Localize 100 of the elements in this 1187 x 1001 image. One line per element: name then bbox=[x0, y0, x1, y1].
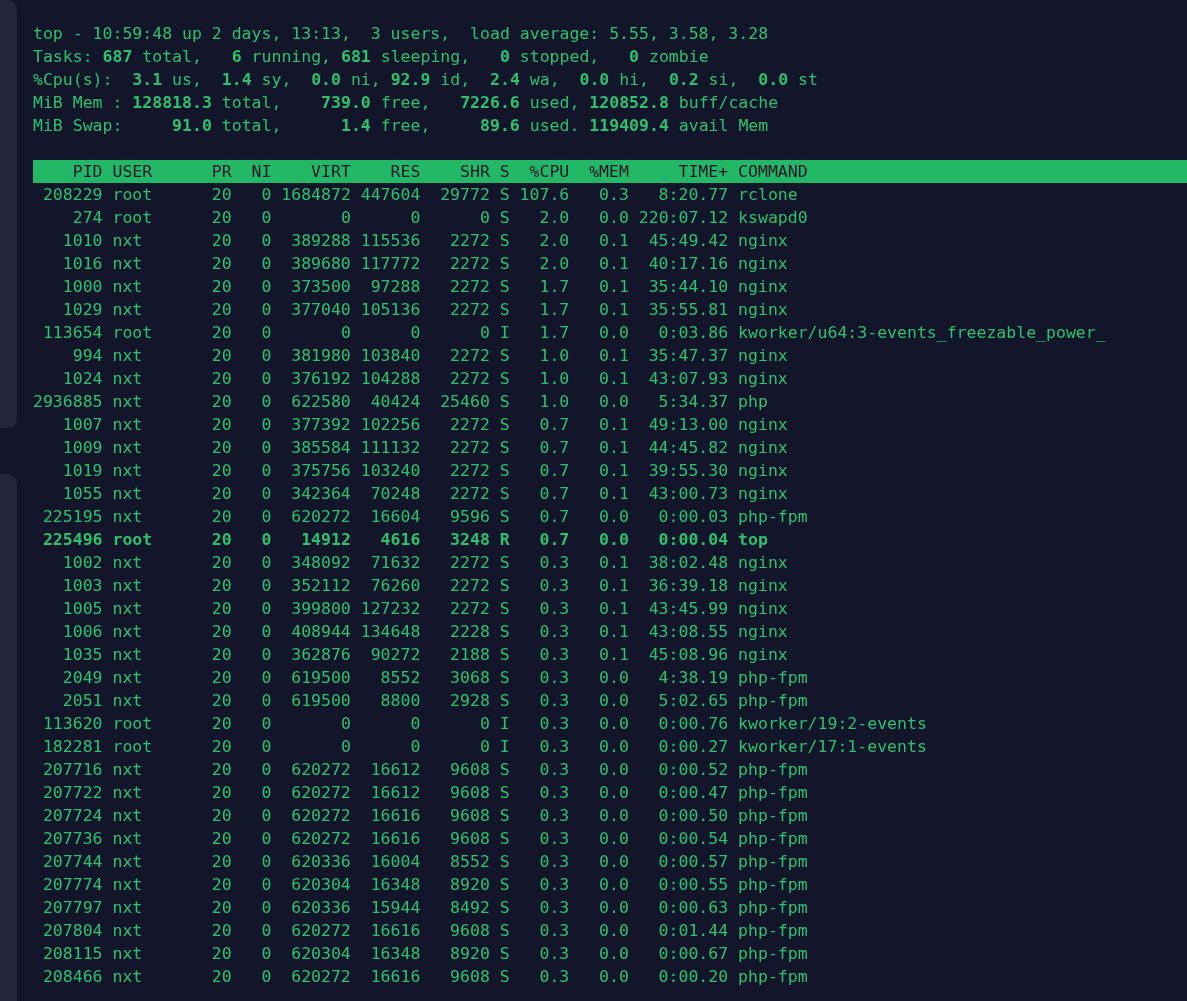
table-cell-text: nginx bbox=[738, 552, 789, 574]
table-cell-text: php-fpm bbox=[738, 667, 809, 689]
table-cell-text: S bbox=[499, 598, 510, 620]
table-cell-text: 2228 bbox=[449, 621, 490, 643]
table-cell-text: 103840 bbox=[360, 345, 421, 367]
table-cell-text: S bbox=[499, 828, 510, 850]
table-cell-text: 0 bbox=[409, 207, 421, 229]
table-cell-text: S bbox=[499, 644, 510, 666]
table-cell-text: 20 bbox=[210, 483, 232, 505]
table-cell-text: 0 bbox=[478, 207, 490, 229]
table-cell-text: php-fpm bbox=[738, 874, 809, 896]
table-cell-text: 0.0 bbox=[598, 690, 629, 712]
table-cell-text: 20 bbox=[210, 736, 232, 758]
table-cell-text: 20 bbox=[210, 391, 232, 413]
table-cell-text: php-fpm bbox=[738, 851, 809, 873]
table-cell-text: 0 bbox=[260, 230, 272, 252]
table-cell-text: 43:08.55 bbox=[647, 621, 729, 643]
table-cell-text: 97288 bbox=[369, 276, 421, 298]
table-cell-text: 0.1 bbox=[598, 230, 629, 252]
table-cell-text: 16616 bbox=[369, 920, 421, 942]
table-cell-text: 2272 bbox=[449, 368, 490, 390]
table-cell-text: 1.0 bbox=[538, 368, 570, 390]
table-cell-text: 43:07.93 bbox=[647, 368, 729, 390]
table-cell-text: 90272 bbox=[369, 644, 421, 666]
table-cell-text: 0.1 bbox=[598, 552, 629, 574]
table-cell-text: 1019 bbox=[61, 460, 103, 482]
table-cell-text: 0.0 bbox=[598, 207, 629, 229]
table-cell-text: 0 bbox=[409, 736, 421, 758]
table-cell-text: S bbox=[499, 782, 510, 804]
table-cell-text: 2272 bbox=[449, 460, 490, 482]
table-cell-text: 0 bbox=[260, 920, 272, 942]
table-cell-text: S bbox=[499, 460, 510, 482]
table-cell-text: 994 bbox=[71, 345, 103, 367]
table-cell-text: 2272 bbox=[449, 299, 490, 321]
table-cell-text: 0.3 bbox=[538, 644, 570, 666]
table-cell-text: 0 bbox=[260, 437, 272, 459]
table-cell-text: 0.1 bbox=[598, 598, 629, 620]
table-cell-text: 0.0 bbox=[598, 391, 629, 413]
table-cell-text: 20 bbox=[210, 253, 232, 275]
table-cell-text: 207774 bbox=[41, 874, 103, 896]
table-cell-text: S bbox=[499, 345, 510, 367]
table-cell-text: nxt bbox=[112, 345, 144, 367]
table-cell-text: nxt bbox=[112, 966, 144, 988]
table-cell-text: S bbox=[499, 920, 510, 942]
table-cell-text: 620272 bbox=[290, 966, 351, 988]
table-cell-text: 0:00.57 bbox=[657, 851, 729, 873]
column-header: TIME+ bbox=[677, 161, 729, 183]
table-cell-text: 389288 bbox=[290, 230, 351, 252]
table-cell-text: 620272 bbox=[290, 759, 351, 781]
table-cell-text: nginx bbox=[738, 644, 789, 666]
table-cell-text: 20 bbox=[210, 782, 232, 804]
table-cell-text: S bbox=[499, 667, 510, 689]
table-cell-text: 0 bbox=[260, 368, 272, 390]
table-cell-text: 29772 bbox=[439, 184, 490, 206]
table-cell-text: 225496 bbox=[41, 529, 103, 551]
table-cell-text: 373500 bbox=[290, 276, 351, 298]
table-cell-text: 1006 bbox=[61, 621, 103, 643]
table-cell-text: 399800 bbox=[290, 598, 351, 620]
table-cell-text: 9596 bbox=[449, 506, 490, 528]
table-cell-text: 0.0 bbox=[598, 805, 629, 827]
table-cell-text: 2.0 bbox=[538, 230, 570, 252]
table-cell-text: 0.3 bbox=[538, 713, 570, 735]
table-cell-text: 0:00.03 bbox=[657, 506, 729, 528]
table-cell-text: 8800 bbox=[379, 690, 421, 712]
table-cell-text: 0:00.47 bbox=[657, 782, 729, 804]
table-cell-text: 4616 bbox=[379, 529, 421, 551]
table-cell-text: nxt bbox=[112, 644, 144, 666]
table-cell-text: 113620 bbox=[41, 713, 103, 735]
table-cell-text: 1035 bbox=[61, 644, 103, 666]
table-cell-text: nxt bbox=[112, 621, 144, 643]
table-cell-text: 20 bbox=[210, 621, 232, 643]
table-cell-text: S bbox=[499, 368, 510, 390]
table-cell-text: 0.7 bbox=[538, 506, 570, 528]
table-cell-text: 20 bbox=[210, 207, 232, 229]
table-cell-text: nginx bbox=[738, 230, 789, 252]
table-cell-text: 20 bbox=[210, 805, 232, 827]
table-cell-text: 0 bbox=[260, 943, 272, 965]
table-cell-text: 9608 bbox=[449, 782, 490, 804]
table-cell-text: 0.1 bbox=[598, 253, 629, 275]
table-cell-text: 5:02.65 bbox=[657, 690, 729, 712]
table-cell-text: 2188 bbox=[449, 644, 490, 666]
table-cell-text: 0 bbox=[478, 713, 490, 735]
table-cell-text: 2272 bbox=[449, 345, 490, 367]
table-cell-text: 0.1 bbox=[598, 414, 629, 436]
table-cell-text: 0 bbox=[260, 713, 272, 735]
table-cell-text: nxt bbox=[112, 253, 144, 275]
table-cell-text: 20 bbox=[210, 299, 232, 321]
table-cell-text: 8492 bbox=[449, 897, 490, 919]
table-cell-text: 16612 bbox=[369, 759, 421, 781]
table-cell-text: nxt bbox=[112, 460, 144, 482]
table-cell-text: 39:55.30 bbox=[647, 460, 729, 482]
table-cell-text: 0.0 bbox=[598, 667, 629, 689]
table-cell-text: 0.0 bbox=[598, 322, 629, 344]
table-cell-text: 115536 bbox=[360, 230, 421, 252]
column-header: %MEM bbox=[588, 161, 629, 183]
table-cell-text: 0.3 bbox=[538, 621, 570, 643]
table-cell-text: 0.0 bbox=[598, 966, 629, 988]
table-cell-text: I bbox=[499, 736, 510, 758]
table-cell-text: nxt bbox=[112, 506, 144, 528]
table-cell-text: root bbox=[112, 184, 154, 206]
